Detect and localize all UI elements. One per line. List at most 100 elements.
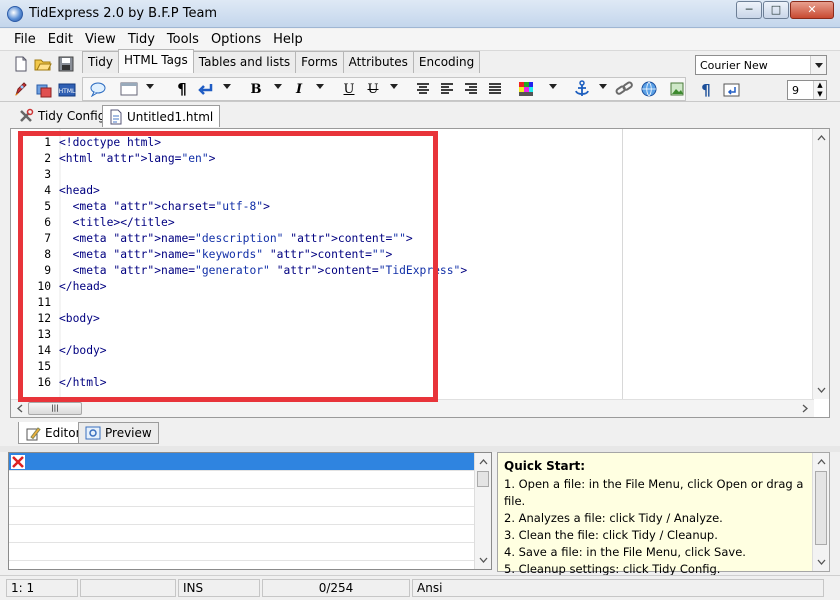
open-file-button[interactable] (32, 53, 54, 75)
list-item[interactable] (9, 471, 491, 489)
line-number: 3 (44, 168, 51, 181)
messages-list[interactable] (8, 452, 492, 570)
menu-help[interactable]: Help (267, 29, 309, 50)
tab-tables-and-lists[interactable]: Tables and lists (192, 51, 297, 73)
code-line[interactable]: 13 (11, 327, 467, 343)
chevron-down-icon[interactable] (146, 84, 154, 89)
tab-preview[interactable]: Preview (78, 422, 159, 444)
close-button[interactable]: ✕ (790, 1, 834, 19)
insert-break-button[interactable] (721, 79, 743, 101)
tab-html-tags[interactable]: HTML Tags (118, 49, 194, 73)
line-break-button[interactable] (195, 79, 217, 99)
code-line[interactable]: 11 (11, 295, 467, 311)
code-line[interactable]: 4 <head> (11, 183, 467, 199)
chevron-down-icon[interactable] (390, 84, 398, 89)
web-button[interactable] (638, 79, 660, 99)
menu-tidy[interactable]: Tidy (122, 29, 161, 50)
status-cursor-position: 1: 1 (6, 579, 78, 597)
messages-scrollbar[interactable] (474, 453, 491, 569)
code-line[interactable]: 12 <body> (11, 311, 467, 327)
align-right-button[interactable] (460, 79, 482, 99)
html-button[interactable]: HTML (56, 79, 78, 101)
code-line[interactable]: 14 </body> (11, 343, 467, 359)
tab-forms[interactable]: Forms (295, 51, 344, 73)
tab-tidy-config[interactable]: Tidy Config (12, 105, 111, 127)
align-left-button[interactable] (436, 79, 458, 99)
code-line[interactable]: 2 <html "attr">lang="en"> (11, 151, 467, 167)
bold-button[interactable]: B (245, 79, 267, 99)
chevron-down-icon[interactable] (599, 84, 607, 89)
paragraph-mark-button[interactable]: ¶ (695, 79, 717, 101)
menu-file[interactable]: File (8, 29, 42, 50)
chevron-down-icon[interactable] (316, 84, 324, 89)
new-file-button[interactable] (10, 53, 32, 75)
code-line[interactable]: 7 <meta "attr">name="description" "attr"… (11, 231, 467, 247)
scroll-down-icon[interactable] (813, 383, 830, 397)
tab-encoding[interactable]: Encoding (412, 51, 481, 73)
chevron-down-icon[interactable] (223, 84, 231, 89)
align-center-button[interactable] (412, 79, 434, 99)
paragraph-button[interactable]: ¶ (171, 79, 193, 99)
code-line[interactable]: 8 <meta "attr">name="keywords" "attr">co… (11, 247, 467, 263)
color-button[interactable] (515, 79, 537, 99)
code-line[interactable]: 10 </head> (11, 279, 467, 295)
horizontal-scrollbar[interactable]: ||| (11, 399, 814, 417)
pilcrow-icon: ¶ (177, 80, 187, 98)
code-line[interactable]: 9 <meta "attr">name="generator" "attr">c… (11, 263, 467, 279)
scroll-left-icon[interactable] (13, 400, 27, 417)
font-family-select[interactable]: Courier New (695, 55, 827, 75)
code-lines[interactable]: 1 <!doctype html> 2 <html "attr">lang="en">… (11, 135, 467, 391)
link-button[interactable] (613, 79, 635, 99)
tab-untitled1[interactable]: Untitled1.html (102, 105, 221, 127)
menu-edit[interactable]: Edit (42, 29, 79, 50)
scroll-up-icon[interactable] (813, 455, 830, 469)
list-item[interactable] (9, 543, 491, 561)
chevron-down-icon[interactable] (810, 56, 826, 74)
code-line[interactable]: 15 (11, 359, 467, 375)
chevron-down-icon[interactable] (274, 84, 282, 89)
scroll-up-icon[interactable] (813, 131, 830, 145)
code-line[interactable]: 3 (11, 167, 467, 183)
underline-button[interactable]: U (338, 79, 360, 99)
menu-view[interactable]: View (79, 29, 122, 50)
rocket-button[interactable] (10, 79, 32, 101)
tab-attributes[interactable]: Attributes (342, 51, 414, 73)
font-size-spinner[interactable]: 9 ▲ ▼ (787, 80, 827, 100)
tab-tidy[interactable]: Tidy (82, 51, 120, 73)
list-item[interactable] (9, 453, 491, 471)
code-line[interactable]: 6 <title></title> (11, 215, 467, 231)
anchor-button[interactable] (571, 79, 593, 99)
windows-button[interactable] (33, 79, 55, 101)
list-item[interactable] (9, 489, 491, 507)
scroll-down-icon[interactable] (813, 555, 830, 569)
minimize-button[interactable]: ─ (736, 1, 762, 19)
justify-button[interactable] (484, 79, 506, 99)
scroll-up-icon[interactable] (475, 455, 492, 469)
list-item[interactable] (9, 507, 491, 525)
spinner-arrows-icon[interactable]: ▲ ▼ (813, 81, 826, 99)
vertical-scrollbar[interactable] (812, 129, 829, 399)
frame-button[interactable] (119, 79, 139, 99)
messages-scroll-thumb[interactable] (477, 471, 489, 487)
quick-start-scroll-thumb[interactable] (815, 471, 827, 545)
code-editor[interactable]: 1 <!doctype html> 2 <html "attr">lang="en">… (10, 128, 830, 418)
strikethrough-button[interactable]: U (362, 79, 384, 99)
chevron-down-icon[interactable] (549, 84, 557, 89)
code-line[interactable]: 5 <meta "attr">charset="utf-8"> (11, 199, 467, 215)
maximize-button[interactable]: □ (763, 1, 789, 19)
horizontal-scroll-thumb[interactable]: ||| (28, 402, 82, 415)
image-button[interactable] (666, 79, 688, 99)
code-line[interactable]: 1 <!doctype html> (11, 135, 467, 151)
code-line[interactable]: 16 </html> (11, 375, 467, 391)
save-file-button[interactable] (55, 53, 77, 75)
menu-options[interactable]: Options (205, 29, 267, 50)
comment-button[interactable] (87, 79, 109, 99)
scroll-down-icon[interactable] (475, 553, 492, 567)
italic-button[interactable]: I (288, 79, 310, 99)
scroll-right-icon[interactable] (798, 400, 812, 417)
menu-tools[interactable]: Tools (161, 29, 205, 50)
quick-start-scrollbar[interactable] (812, 453, 829, 571)
list-item[interactable] (9, 525, 491, 543)
